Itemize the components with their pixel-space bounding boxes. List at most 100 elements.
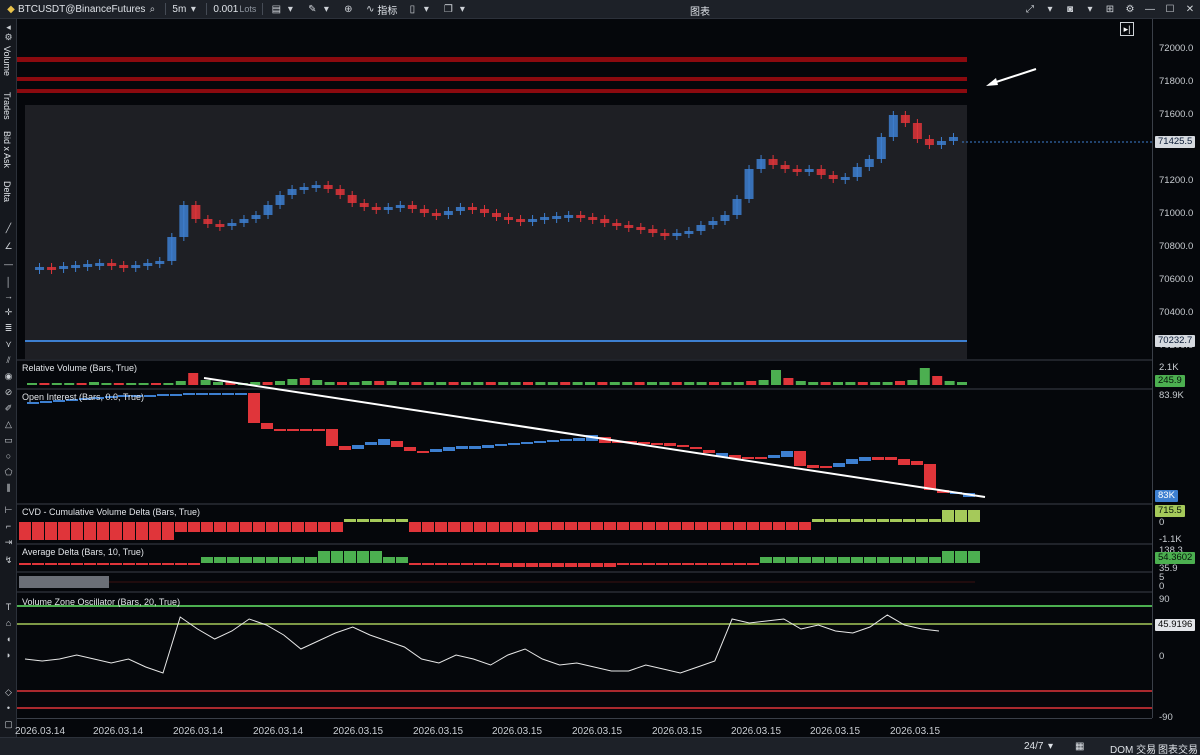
path-tool-icon[interactable]: ⌐ — [3, 521, 14, 532]
cvd-bar — [747, 522, 759, 530]
timeframe-selector[interactable]: 5m ▾ — [168, 0, 204, 19]
chevron-down-icon[interactable]: ▾ — [1048, 741, 1053, 752]
cvd-bar — [955, 510, 967, 522]
tag-tool-icon[interactable]: ⌂ — [3, 618, 14, 629]
calendar-icon[interactable]: ▦ — [1075, 741, 1084, 752]
chevron-down-icon[interactable]: ▾ — [1043, 3, 1057, 17]
callout-tool-icon[interactable]: ◖ — [3, 634, 14, 645]
symbol-selector[interactable]: ◆ BTCUSDT@BinanceFutures ⌕ — [0, 0, 163, 19]
candle-body — [167, 237, 177, 261]
minimize-icon[interactable]: — — [1143, 3, 1157, 17]
maximize-icon[interactable]: ☐ — [1163, 3, 1177, 17]
ruler-icon[interactable]: ⊘ — [3, 387, 14, 398]
relvol-bar — [337, 382, 347, 385]
fib-tool-icon[interactable]: ≣ — [3, 323, 14, 334]
hline-tool-icon[interactable]: — — [3, 259, 14, 270]
oi-bar — [274, 429, 286, 431]
expand-icon[interactable]: ⤢ — [1023, 3, 1037, 17]
eye-icon[interactable]: ◉ — [3, 371, 14, 382]
oi-bar — [196, 393, 208, 395]
avg-delta-bar — [669, 563, 681, 565]
settings-icon[interactable]: ⚙ — [1123, 3, 1137, 17]
scroll-to-end-button[interactable]: ▸| — [1120, 22, 1134, 36]
avg-delta-bar — [19, 563, 31, 565]
avg-delta-bar — [513, 563, 525, 567]
chart-type-button[interactable]: ▤ ▾ — [265, 0, 301, 19]
time-tick: 2026.03.15 — [890, 726, 941, 737]
tab-trades[interactable]: Trades — [2, 92, 12, 120]
settings-icon[interactable]: ⚙ — [3, 32, 14, 43]
zigzag-tool-icon[interactable]: ↯ — [3, 555, 14, 566]
range-tool-icon[interactable]: ⇥ — [3, 537, 14, 548]
cvd-bar — [279, 522, 291, 532]
avg-delta-bar — [734, 563, 746, 565]
dom-trading-button[interactable]: DOM 交易 — [1110, 741, 1156, 755]
candle-body — [732, 199, 742, 215]
trendline-tool-icon[interactable]: ╱ — [3, 223, 14, 234]
zoom-button[interactable]: ⊕ — [337, 0, 359, 19]
drawing-tools-button[interactable]: ✎ ▾ — [301, 0, 337, 19]
template-button[interactable]: ▯ ▾ — [401, 0, 437, 19]
oi-bar — [924, 464, 936, 490]
polygon-tool-icon[interactable]: ⬠ — [3, 467, 14, 478]
tab-bid-ask[interactable]: Bid x Ask — [2, 131, 12, 168]
candle-body — [636, 227, 646, 230]
chevron-down-icon[interactable]: ▾ — [1083, 3, 1097, 17]
search-icon[interactable]: ⌕ — [145, 2, 159, 16]
window-controls: ⤢ ▾ ◙ ▾ ⊞ ⚙ — ☐ ✕ — [1020, 0, 1200, 19]
oi-trendline — [203, 377, 986, 498]
camera-icon[interactable]: ◙ — [1063, 3, 1077, 17]
indicators-button[interactable]: ∿ 指标 — [359, 0, 401, 19]
bars-tool-icon[interactable]: ⫼ — [3, 483, 14, 494]
rectangle-tool-icon[interactable]: ▭ — [3, 435, 14, 446]
relvol-bar — [857, 382, 868, 385]
price-axis[interactable]: 72000.0 71800.0 71600.0 71200.0 71000.0 … — [1152, 19, 1200, 723]
cross-tool-icon[interactable]: ✛ — [3, 307, 14, 318]
chart-trading-button[interactable]: 图表交易 — [1158, 741, 1198, 755]
pitchfork-tool-icon[interactable]: ⋎ — [3, 339, 14, 350]
chart-area[interactable]: Relative Volume (Bars, True) Open Intere… — [17, 19, 1152, 718]
cvd-bar — [331, 522, 343, 532]
grid-icon[interactable]: ⊞ — [1103, 3, 1117, 17]
candle-body — [263, 205, 273, 215]
lots-field[interactable]: 0.001 Lots — [209, 0, 260, 19]
candle-body — [828, 175, 838, 179]
triangle-tool-icon[interactable]: △ — [3, 419, 14, 430]
circle-tool-icon[interactable]: ○ — [3, 451, 14, 462]
ray-tool-icon[interactable]: ∠ — [3, 241, 14, 252]
cvd-bar — [292, 522, 304, 532]
relvol-bar — [461, 382, 471, 385]
oi-bar — [183, 393, 195, 395]
candle-body — [47, 267, 57, 270]
arrow-head — [986, 78, 998, 86]
channel-tool-icon[interactable]: ⫽ — [3, 355, 14, 366]
dot-tool-icon[interactable]: • — [3, 703, 14, 714]
session-selector[interactable]: 24/7 — [1024, 741, 1043, 752]
vline-tool-icon[interactable]: │ — [3, 277, 14, 288]
measure-tool-icon[interactable]: ⊢ — [3, 505, 14, 516]
tab-volume[interactable]: Volume — [2, 46, 12, 76]
oi-bar — [170, 394, 182, 396]
trash-icon[interactable]: ▢ — [3, 719, 14, 730]
close-icon[interactable]: ✕ — [1183, 3, 1197, 17]
time-tick: 2026.03.14 — [15, 726, 66, 737]
brush-icon[interactable]: ✐ — [3, 403, 14, 414]
layout-button[interactable]: ❐ ▾ — [437, 0, 473, 19]
text-tool-icon[interactable]: T — [3, 602, 14, 613]
arrow-tool-icon[interactable]: → — [3, 291, 14, 302]
tab-delta[interactable]: Delta — [2, 181, 12, 202]
avg-delta-bar — [526, 563, 538, 567]
time-axis[interactable]: 2026.03.14 2026.03.14 2026.03.14 2026.03… — [15, 718, 1152, 737]
avg-delta-bar — [773, 557, 785, 563]
avg-delta-bar — [682, 563, 694, 565]
chart-canvas[interactable] — [17, 19, 1152, 718]
candle-body — [684, 231, 694, 234]
oi-bar — [261, 423, 273, 429]
note-tool-icon[interactable]: ◗ — [3, 650, 14, 661]
candle-body — [768, 159, 778, 165]
oi-bar — [482, 445, 494, 448]
marker-tool-icon[interactable]: ◇ — [3, 687, 14, 698]
candle-body — [924, 139, 934, 145]
cvd-bar — [695, 522, 707, 530]
cvd-bar — [136, 522, 148, 540]
